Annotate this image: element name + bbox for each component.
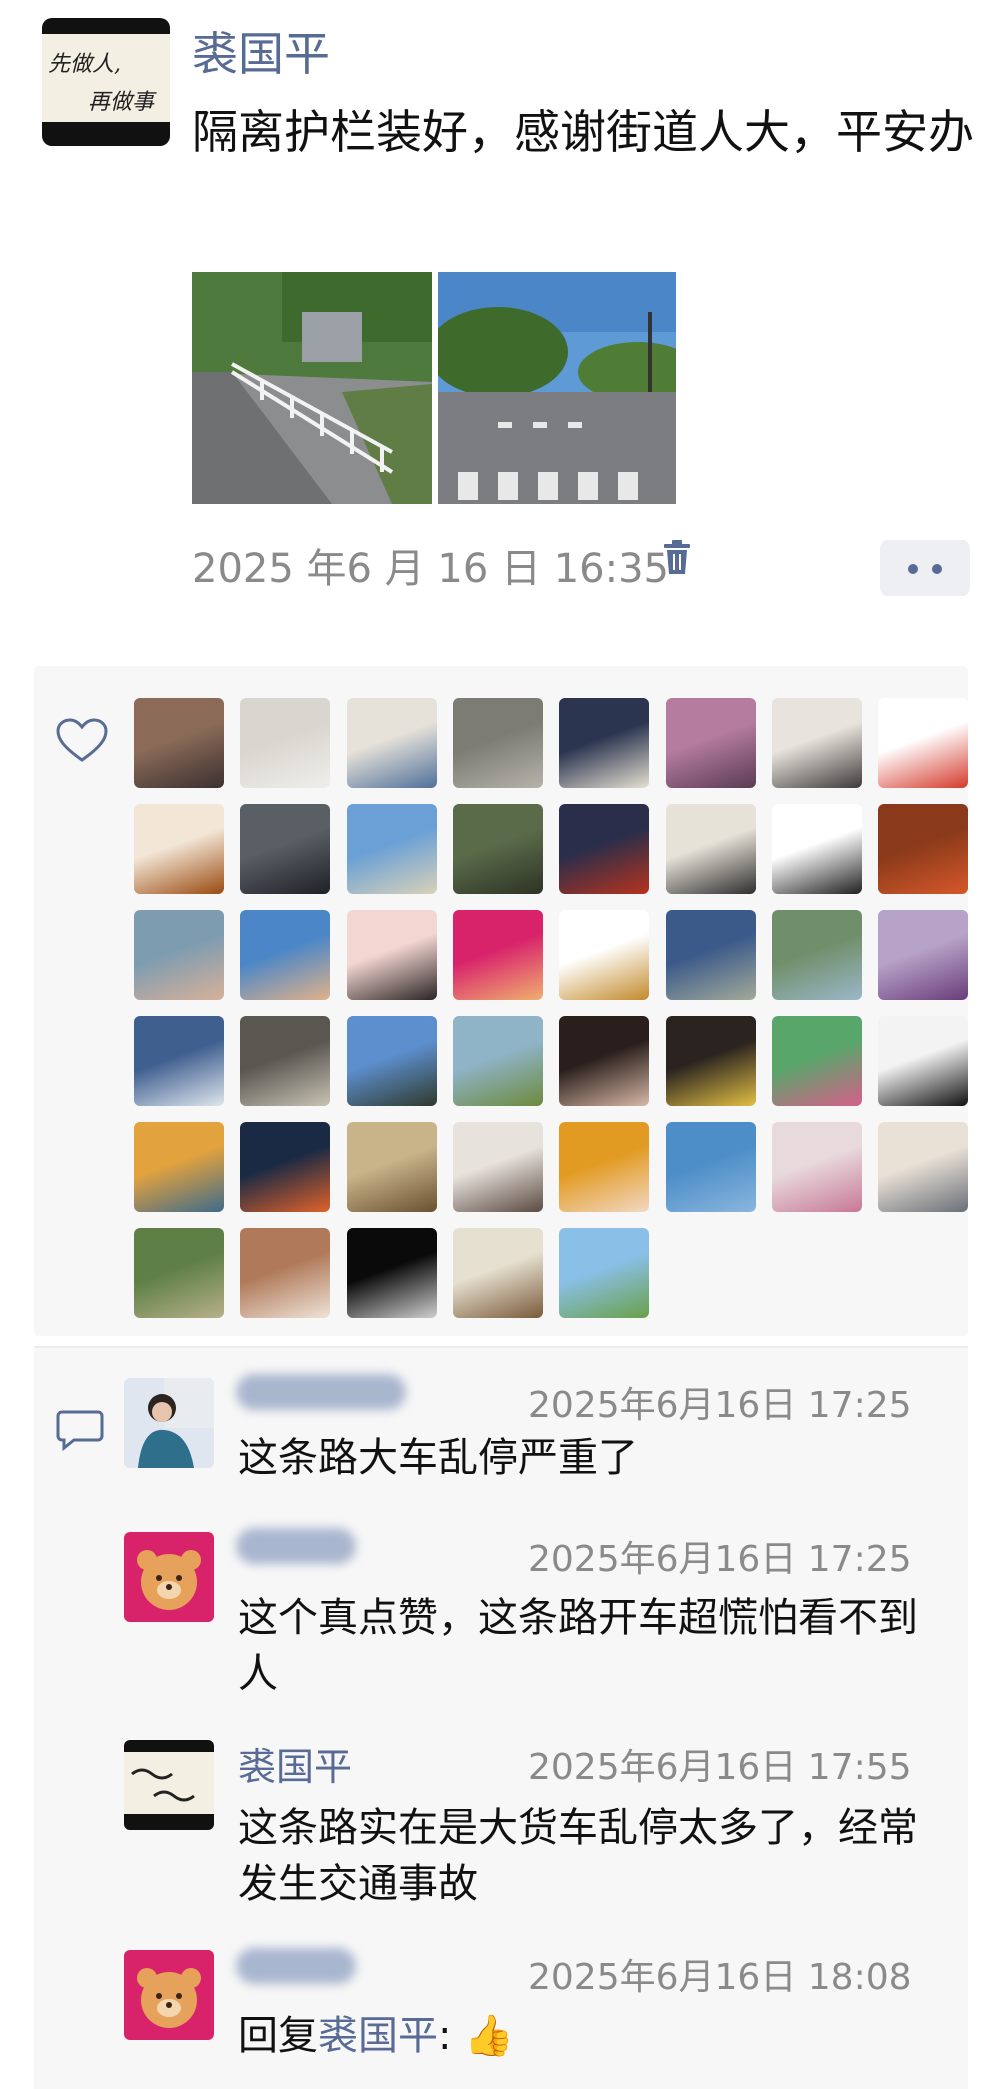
- liker-avatar[interactable]: [559, 804, 649, 894]
- comment-avatar[interactable]: [124, 1532, 214, 1622]
- reply-suffix: :: [438, 2013, 452, 2059]
- comment-time: 2025年6月16日 18:08: [528, 1957, 912, 1998]
- comment-icon: [56, 1408, 104, 1452]
- liker-avatar[interactable]: [134, 1228, 224, 1318]
- liker-avatar[interactable]: [559, 1228, 649, 1318]
- liker-avatar[interactable]: [772, 910, 862, 1000]
- comment-author-name[interactable]: [236, 1528, 356, 1564]
- author-avatar[interactable]: 先做人, 再做事: [42, 18, 170, 146]
- liker-avatar[interactable]: [878, 698, 968, 788]
- liker-avatar[interactable]: [347, 1016, 437, 1106]
- trash-icon[interactable]: [663, 540, 691, 576]
- liker-avatar[interactable]: [240, 1016, 330, 1106]
- comment-text[interactable]: 这条路大车乱停严重了: [238, 1430, 938, 1486]
- liker-avatar[interactable]: [878, 910, 968, 1000]
- reply-prefix: 回复: [238, 2013, 318, 2059]
- liker-avatar[interactable]: [772, 804, 862, 894]
- comment-text[interactable]: 回复裘国平: 👍: [238, 2008, 938, 2064]
- liker-avatar[interactable]: [240, 910, 330, 1000]
- thumbs-up-emoji: 👍: [464, 2013, 515, 2059]
- liker-avatar[interactable]: [453, 1228, 543, 1318]
- liker-avatar[interactable]: [559, 1016, 649, 1106]
- liker-avatar[interactable]: [772, 698, 862, 788]
- liker-avatar[interactable]: [134, 804, 224, 894]
- liker-avatar[interactable]: [453, 698, 543, 788]
- liker-avatar[interactable]: [878, 1122, 968, 1212]
- liker-avatar[interactable]: [878, 804, 968, 894]
- liker-avatar[interactable]: [347, 804, 437, 894]
- comment-author-name[interactable]: 裘国平: [238, 1736, 352, 1791]
- liker-avatar[interactable]: [453, 1016, 543, 1106]
- liker-avatar[interactable]: [347, 1122, 437, 1212]
- comment-time: 2025年6月16日 17:25: [528, 1539, 912, 1580]
- reply-to-name[interactable]: 裘国平: [318, 2013, 438, 2059]
- comment-text[interactable]: 这条路实在是大货车乱停太多了，经常发生交通事故: [238, 1800, 938, 1912]
- liker-avatar[interactable]: [559, 1122, 649, 1212]
- comment-avatar[interactable]: [124, 1950, 214, 2040]
- liker-avatar[interactable]: [772, 1122, 862, 1212]
- comment-time: 2025年6月16日 17:55: [528, 1747, 912, 1788]
- comment-avatar[interactable]: [124, 1378, 214, 1468]
- post-timestamp: 2025 年6 月 16 日 16:35: [192, 546, 669, 592]
- post-author-name[interactable]: 裘国平: [192, 18, 330, 84]
- liker-avatar[interactable]: [666, 910, 756, 1000]
- liker-avatar[interactable]: [666, 1122, 756, 1212]
- comment-text[interactable]: 这个真点赞，这条路开车超慌怕看不到人: [238, 1590, 938, 1702]
- liker-avatar[interactable]: [134, 1016, 224, 1106]
- liker-avatar[interactable]: [240, 698, 330, 788]
- post-photo-2[interactable]: [438, 272, 676, 504]
- liker-avatar[interactable]: [134, 1122, 224, 1212]
- avatar-calligraphy-line2: 再做事: [88, 90, 155, 115]
- liker-avatar[interactable]: [666, 698, 756, 788]
- liker-avatar[interactable]: [666, 804, 756, 894]
- liker-avatar[interactable]: [559, 910, 649, 1000]
- liker-avatar[interactable]: [347, 910, 437, 1000]
- liker-avatar[interactable]: [347, 1228, 437, 1318]
- liker-avatar[interactable]: [453, 910, 543, 1000]
- liker-avatar[interactable]: [134, 910, 224, 1000]
- comment-time: 2025年6月16日 17:25: [528, 1385, 912, 1426]
- comment-author-name[interactable]: [236, 1948, 356, 1984]
- liker-avatar[interactable]: [134, 698, 224, 788]
- comment-avatar[interactable]: [124, 1740, 214, 1830]
- avatar-calligraphy-line1: 先做人,: [48, 52, 121, 77]
- dot: [908, 564, 918, 574]
- liker-avatar[interactable]: [772, 1016, 862, 1106]
- more-dots-icon[interactable]: [880, 540, 970, 596]
- liker-avatar[interactable]: [240, 1122, 330, 1212]
- liker-avatar[interactable]: [666, 1016, 756, 1106]
- post-photo-1[interactable]: [192, 272, 432, 504]
- liker-avatar[interactable]: [240, 1228, 330, 1318]
- post-text: 隔离护栏装好，感谢街道人大，平安办: [192, 105, 974, 159]
- dot: [932, 564, 942, 574]
- liker-avatar[interactable]: [453, 1122, 543, 1212]
- heart-icon: [56, 718, 108, 764]
- liker-avatar[interactable]: [878, 1016, 968, 1106]
- liker-avatar[interactable]: [347, 698, 437, 788]
- liker-avatar[interactable]: [453, 804, 543, 894]
- comment-author-name[interactable]: [236, 1374, 406, 1410]
- liker-avatar[interactable]: [559, 698, 649, 788]
- liker-avatar[interactable]: [240, 804, 330, 894]
